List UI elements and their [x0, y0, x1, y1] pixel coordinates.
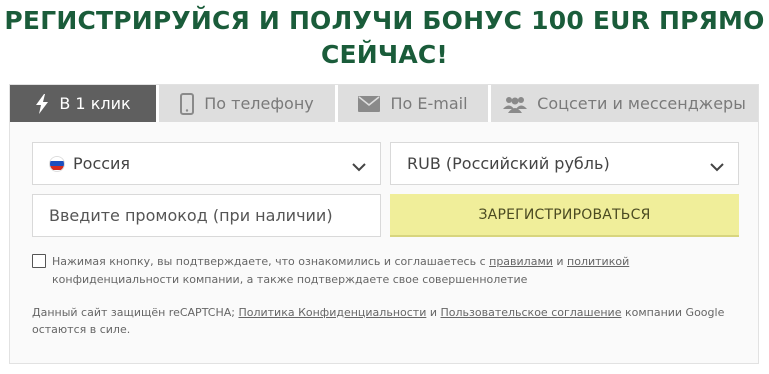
- consent-block: Нажимая кнопку, вы подтверждаете, что оз…: [32, 253, 742, 289]
- page-headline: РЕГИСТРИРУЙСЯ И ПОЛУЧИ БОНУС 100 EUR ПРЯ…: [0, 4, 769, 72]
- country-value: Россия: [73, 154, 131, 173]
- register-button[interactable]: ЗАРЕГИСТРИРОВАТЬСЯ: [390, 194, 739, 237]
- tab-social[interactable]: Соцсети и мессенджеры: [491, 85, 758, 122]
- recaptcha-text-part-1: Данный сайт защищён reCAPTCHA;: [32, 306, 239, 319]
- registration-tabs: В 1 клик По телефону По E-mail Соцсети и…: [10, 85, 758, 122]
- tab-social-label: Соцсети и мессенджеры: [537, 94, 746, 113]
- terms-of-service-link[interactable]: Пользовательское соглашение: [441, 306, 622, 319]
- tab-phone-label: По телефону: [204, 94, 314, 113]
- privacy-policy-link[interactable]: Политика Конфиденциальности: [238, 306, 426, 319]
- consent-text-part-3: конфиденциальности компании, а также под…: [52, 273, 528, 286]
- consent-checkbox[interactable]: [32, 254, 46, 268]
- recaptcha-text-part-2: и: [426, 306, 441, 319]
- headline-line-2: СЕЙЧАС!: [320, 40, 449, 69]
- country-select[interactable]: Россия: [32, 142, 381, 185]
- promo-code-field[interactable]: [32, 194, 381, 237]
- chevron-down-icon: [710, 157, 724, 176]
- tab-email[interactable]: По E-mail: [338, 85, 488, 122]
- recaptcha-notice: Данный сайт защищён reCAPTCHA; Политика …: [32, 304, 747, 338]
- consent-text-part-2: и: [552, 255, 568, 268]
- registration-panel: В 1 клик По телефону По E-mail Соцсети и…: [9, 84, 759, 364]
- currency-value: RUB (Российский рубль): [407, 154, 610, 173]
- chevron-down-icon: [352, 157, 366, 176]
- headline-line-1: РЕГИСТРИРУЙСЯ И ПОЛУЧИ БОНУС 100 EUR ПРЯ…: [4, 6, 765, 35]
- tab-email-label: По E-mail: [390, 94, 468, 113]
- tab-one-click-label: В 1 клик: [59, 94, 131, 113]
- currency-select[interactable]: RUB (Российский рубль): [390, 142, 739, 185]
- lightning-icon: [35, 93, 49, 114]
- tab-one-click[interactable]: В 1 клик: [10, 85, 156, 122]
- russia-flag-icon: [49, 155, 65, 172]
- policy-link[interactable]: политикой: [567, 255, 629, 268]
- tab-phone[interactable]: По телефону: [159, 85, 335, 122]
- promo-code-input[interactable]: [49, 206, 369, 225]
- consent-text: Нажимая кнопку, вы подтверждаете, что оз…: [32, 253, 742, 289]
- envelope-icon: [358, 95, 381, 112]
- phone-icon: [180, 92, 195, 115]
- users-icon: [503, 95, 528, 113]
- consent-text-part-1: Нажимая кнопку, вы подтверждаете, что оз…: [52, 255, 490, 268]
- rules-link[interactable]: правилами: [489, 255, 553, 268]
